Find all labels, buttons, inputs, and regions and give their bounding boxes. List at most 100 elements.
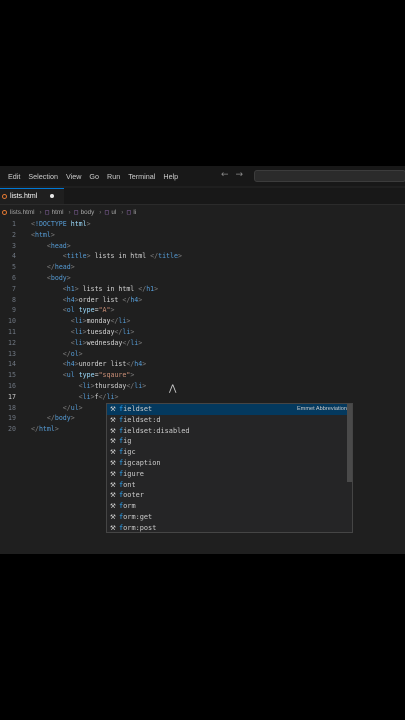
code-line[interactable]: 2 <html> xyxy=(0,230,405,241)
code-text[interactable]: <body> xyxy=(31,273,71,284)
code-text[interactable]: <ol type="A"> xyxy=(31,305,115,316)
suggestion-label: form:get xyxy=(119,512,153,521)
tab-label: lists.html xyxy=(10,193,38,200)
wrench-icon: ⚒ xyxy=(110,480,116,489)
code-line[interactable]: 3 <head> xyxy=(0,241,405,252)
suggestion-item[interactable]: ⚒ fieldset Emmet Abbreviation xyxy=(107,404,352,415)
html-file-icon xyxy=(2,210,7,215)
wrench-icon: ⚒ xyxy=(110,502,116,511)
suggestion-item[interactable]: ⚒ figure xyxy=(107,469,352,480)
tab-lists-html[interactable]: lists.html xyxy=(0,188,64,204)
code-text[interactable]: </ul> xyxy=(31,403,83,414)
code-text[interactable]: <h4>order list </h4> xyxy=(31,295,142,306)
code-text[interactable]: </ol> xyxy=(31,349,83,360)
suggestion-item[interactable]: ⚒ font xyxy=(107,480,352,491)
suggestion-label: footer xyxy=(119,491,144,500)
line-number: 14 xyxy=(8,360,16,369)
code-line[interactable]: 6 <body> xyxy=(0,273,405,284)
line-number: 5 xyxy=(12,263,16,272)
line-number: 4 xyxy=(12,252,16,261)
code-text[interactable]: </html> xyxy=(31,424,59,435)
code-line[interactable]: 16 <li>thursday</li> xyxy=(0,381,405,392)
code-text[interactable]: <li>tuesday</li> xyxy=(31,327,135,338)
suggestion-item[interactable]: ⚒ figc xyxy=(107,447,352,458)
code-line[interactable]: 7 <h1> lists in html </h1> xyxy=(0,284,405,295)
suggestion-item[interactable]: ⚒ fieldset:d xyxy=(107,415,352,426)
code-line[interactable]: 4 <title> lists in html </title> xyxy=(0,251,405,262)
code-text[interactable]: </head> xyxy=(31,262,75,273)
line-number: 8 xyxy=(12,295,16,304)
menu-view[interactable]: View xyxy=(63,172,84,181)
suggestion-scrollbar[interactable] xyxy=(347,404,352,482)
code-text[interactable]: <li>wednesday</li> xyxy=(31,338,143,349)
suggestion-label: fieldset xyxy=(119,405,153,413)
menu-go[interactable]: Go xyxy=(86,172,102,181)
code-text[interactable]: <title> lists in html </title> xyxy=(31,251,182,262)
suggestion-label: figcaption xyxy=(119,458,161,467)
suggestion-item[interactable]: ⚒ form xyxy=(107,501,352,512)
code-text[interactable]: </body> xyxy=(31,413,75,424)
element-icon: ◻ xyxy=(126,210,132,216)
suggestion-label: fieldset:d xyxy=(119,415,161,424)
code-line[interactable]: 13 </ol> xyxy=(0,349,405,360)
code-text[interactable]: <li>monday</li> xyxy=(31,316,131,327)
breadcrumb-file[interactable]: lists.html xyxy=(10,209,35,216)
suggestion-item[interactable]: ⚒ form:get xyxy=(107,512,352,523)
chevron-right-icon: › xyxy=(99,209,102,216)
menu-terminal[interactable]: Terminal xyxy=(125,172,158,181)
code-line[interactable]: 1 <!DOCTYPE html> xyxy=(0,219,405,230)
arrow-left-icon[interactable]: ← xyxy=(221,170,229,180)
suggestion-detail: Emmet Abbreviation xyxy=(296,406,347,412)
element-icon: ◻ xyxy=(44,210,50,216)
chevron-right-icon: › xyxy=(121,209,124,216)
code-line[interactable]: 17 <li>f</li> xyxy=(0,392,405,403)
wrench-icon: ⚒ xyxy=(110,491,116,500)
line-number: 7 xyxy=(12,284,16,293)
code-text[interactable]: <!DOCTYPE html> xyxy=(31,219,91,230)
command-center-search[interactable] xyxy=(254,170,405,182)
suggestion-item[interactable]: ⚒ form:post xyxy=(107,523,352,534)
line-number: 10 xyxy=(8,317,16,326)
breadcrumb: lists.html › ◻ html › ◻ body › ◻ ul › ◻ … xyxy=(0,207,138,218)
code-line[interactable]: 8 <h4>order list </h4> xyxy=(0,295,405,306)
code-text[interactable]: <html> xyxy=(31,230,55,241)
line-number: 9 xyxy=(12,306,16,315)
breadcrumb-li[interactable]: li xyxy=(133,209,136,216)
wrench-icon: ⚒ xyxy=(110,458,116,467)
menu-run[interactable]: Run xyxy=(104,172,123,181)
code-line[interactable]: 15 <ul type="sqaure"> xyxy=(0,370,405,381)
code-line[interactable]: 5 </head> xyxy=(0,262,405,273)
line-number: 1 xyxy=(12,220,16,228)
breadcrumb-ul[interactable]: ul xyxy=(111,209,116,216)
suggestion-item[interactable]: ⚒ fieldset:disabled xyxy=(107,426,352,437)
code-line[interactable]: 10 <li>monday</li> xyxy=(0,316,405,327)
menu-help[interactable]: Help xyxy=(160,172,181,181)
code-text[interactable]: <li>f</li> xyxy=(31,392,119,403)
suggestion-item[interactable]: ⚒ fig xyxy=(107,436,352,447)
breadcrumb-body[interactable]: body xyxy=(81,209,95,216)
code-text[interactable]: <li>thursday</li> xyxy=(31,381,147,392)
suggestion-list: ⚒ fieldset Emmet Abbreviation ⚒ fieldset:d ⚒ f… xyxy=(107,404,352,534)
wrench-icon: ⚒ xyxy=(110,512,116,521)
unsaved-dot-icon[interactable] xyxy=(50,194,54,198)
code-text[interactable]: <ul type="sqaure"> xyxy=(31,370,135,381)
menu-selection[interactable]: Selection xyxy=(25,172,61,181)
code-text[interactable]: <h4>unorder list</h4> xyxy=(31,359,146,370)
code-line[interactable]: 9 <ol type="A"> xyxy=(0,305,405,316)
suggestion-item[interactable]: ⚒ footer xyxy=(107,490,352,501)
element-icon: ◻ xyxy=(73,210,79,216)
code-line[interactable]: 14 <h4>unorder list</h4> xyxy=(0,359,405,370)
wrench-icon: ⚒ xyxy=(110,523,116,532)
arrow-right-icon[interactable]: → xyxy=(236,170,244,180)
vscode-window: Edit Selection View Go Run Terminal Help… xyxy=(0,166,405,554)
code-text[interactable]: <h1> lists in html </h1> xyxy=(31,284,158,295)
line-number: 18 xyxy=(8,403,16,412)
suggestion-widget[interactable]: ⚒ fieldset Emmet Abbreviation ⚒ fieldset:d ⚒ f… xyxy=(106,403,353,533)
breadcrumb-html[interactable]: html xyxy=(52,209,64,216)
code-text[interactable]: <head> xyxy=(31,241,71,252)
code-line[interactable]: 12 <li>wednesday</li> xyxy=(0,338,405,349)
chevron-right-icon: › xyxy=(68,209,71,216)
menu-edit[interactable]: Edit xyxy=(5,172,23,181)
code-line[interactable]: 11 <li>tuesday</li> xyxy=(0,327,405,338)
suggestion-item[interactable]: ⚒ figcaption xyxy=(107,458,352,469)
